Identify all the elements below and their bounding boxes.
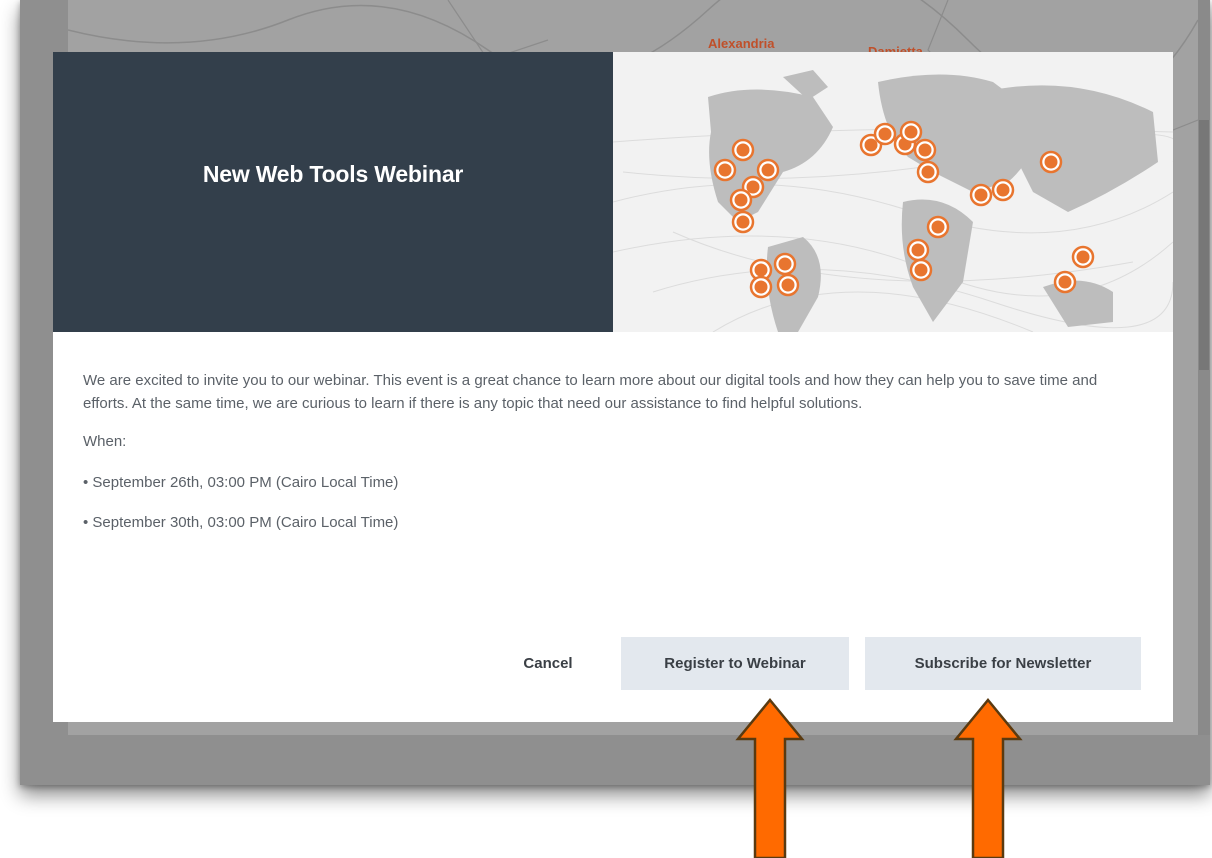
dialog-title-panel: New Web Tools Webinar [53, 52, 613, 332]
date-item-1: • September 26th, 03:00 PM (Cairo Local … [83, 473, 399, 491]
subscribe-newsletter-button[interactable]: Subscribe for Newsletter [865, 637, 1141, 690]
map-marker-icon [873, 122, 897, 146]
bg-city-alexandria: Alexandria [708, 36, 775, 51]
world-map-graphic [613, 70, 1173, 332]
map-marker-icon [776, 273, 800, 297]
map-marker-icon [749, 275, 773, 299]
map-marker-icon [969, 183, 993, 207]
cancel-button[interactable]: Cancel [483, 637, 613, 690]
register-webinar-button[interactable]: Register to Webinar [621, 637, 849, 690]
dialog-intro-text: We are excited to invite you to our webi… [83, 372, 1098, 412]
map-marker-icon [756, 158, 780, 182]
map-marker-icon [909, 258, 933, 282]
background-scrollbar-thumb[interactable] [1199, 120, 1209, 370]
map-marker-icon [1053, 270, 1077, 294]
dialog-body: We are excited to invite you to our webi… [83, 370, 1143, 553]
map-marker-icon [913, 138, 937, 162]
map-marker-icon [906, 238, 930, 262]
map-marker-icon [899, 120, 923, 144]
map-marker-icon [731, 138, 755, 162]
map-marker-icon [991, 178, 1015, 202]
map-marker-icon [1071, 245, 1095, 269]
world-map-image [613, 52, 1173, 332]
map-marker-icon [1039, 150, 1063, 174]
webinar-dialog: New Web Tools Webinar We are excited to … [53, 52, 1173, 722]
map-marker-icon [773, 252, 797, 276]
map-marker-icon [926, 215, 950, 239]
date-item-2: • September 30th, 03:00 PM (Cairo Local … [83, 514, 399, 531]
map-marker-icon [713, 158, 737, 182]
dialog-title: New Web Tools Webinar [202, 160, 464, 187]
dialog-header: New Web Tools Webinar [53, 52, 1173, 332]
map-marker-icon [731, 210, 755, 234]
map-marker-icon [916, 160, 940, 184]
background-scrollbar[interactable] [1198, 0, 1210, 735]
map-marker-icon [729, 188, 753, 212]
arrow-up-icon [953, 698, 1023, 858]
when-label: When: [83, 433, 127, 450]
arrow-up-icon [735, 698, 805, 858]
